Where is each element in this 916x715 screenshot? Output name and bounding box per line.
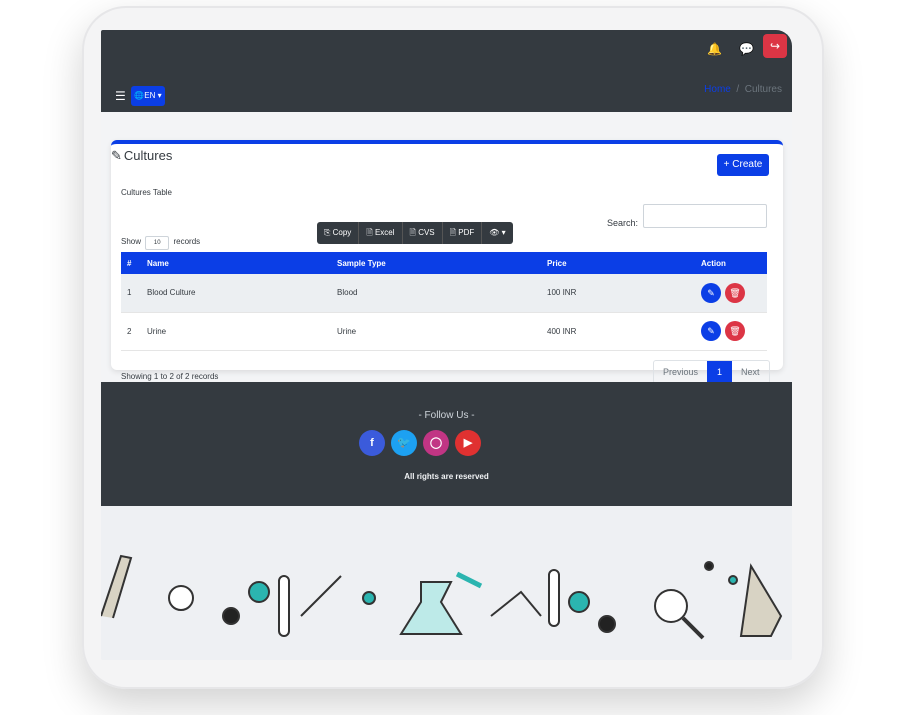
records-info: Showing 1 to 2 of 2 records bbox=[121, 372, 219, 381]
bell-icon[interactable]: 🔔 bbox=[707, 42, 722, 56]
pen-icon: ✎ bbox=[111, 148, 122, 163]
app-screen: 🔔 💬 ↪ ☰ 🌐EN ▾ Home / Cultures ✎ Cultures … bbox=[101, 30, 792, 660]
row-sample-type: Blood bbox=[331, 274, 541, 313]
table-row: 1 Blood Culture Blood 100 INR ✎ 🗑 bbox=[121, 274, 767, 313]
pdf-button[interactable]: 🗎 PDF bbox=[443, 222, 483, 244]
row-name: Urine bbox=[141, 312, 331, 351]
row-number: 2 bbox=[121, 312, 141, 351]
show-label: Show bbox=[121, 237, 142, 246]
row-price: 400 INR bbox=[541, 312, 695, 351]
follow-us-label: - Follow Us - bbox=[418, 410, 475, 421]
breadcrumb-separator: / bbox=[736, 84, 740, 95]
chat-icon[interactable]: 💬 bbox=[739, 42, 754, 56]
records-label: records bbox=[173, 237, 201, 246]
col-name[interactable]: Name bbox=[141, 252, 331, 274]
pagination: Previous 1 Next bbox=[653, 360, 770, 384]
create-label: Create bbox=[732, 159, 763, 170]
search-label: Search: bbox=[607, 218, 639, 228]
language-button[interactable]: 🌐EN ▾ bbox=[131, 86, 165, 106]
page-size-control: Show 10 records bbox=[121, 236, 200, 250]
top-navbar: 🔔 💬 ↪ bbox=[101, 30, 792, 82]
row-price: 100 INR bbox=[541, 274, 695, 313]
column-visibility-button[interactable]: 👁 ▾ bbox=[482, 222, 512, 244]
create-button[interactable]: + Create bbox=[717, 154, 769, 176]
lab-illustration bbox=[101, 506, 792, 660]
next-button[interactable]: Next bbox=[732, 361, 769, 383]
trash-icon[interactable]: 🗑 bbox=[725, 321, 745, 341]
row-name: Blood Culture bbox=[141, 274, 331, 313]
pdf-label: PDF bbox=[458, 228, 475, 237]
row-sample-type: Urine bbox=[331, 312, 541, 351]
col-number[interactable]: # bbox=[121, 252, 141, 274]
lab-illustration-svg bbox=[101, 554, 783, 640]
twitter-icon[interactable]: 🐦 bbox=[391, 430, 417, 456]
excel-button[interactable]: 🗎 Excel bbox=[359, 222, 403, 244]
row-actions: ✎ 🗑 bbox=[695, 312, 767, 351]
col-sample-type[interactable]: Sample Type bbox=[331, 252, 541, 274]
copyright-text: All rights are reserved bbox=[404, 472, 489, 481]
csv-button[interactable]: 🗎 CVS bbox=[403, 222, 443, 244]
instagram-icon[interactable]: ◯ bbox=[423, 430, 449, 456]
breadcrumb-current: Cultures bbox=[744, 84, 782, 95]
cultures-table: # Name Sample Type Price Action 1 Blood … bbox=[121, 252, 767, 351]
page-size-select[interactable]: 10 bbox=[145, 236, 170, 250]
export-button-group: ⎘ Copy 🗎 Excel 🗎 CVS 🗎 PDF 👁 ▾ bbox=[317, 222, 513, 244]
copy-label: Copy bbox=[332, 228, 352, 237]
page-title-text: Cultures bbox=[123, 148, 173, 163]
page-1-button[interactable]: 1 bbox=[707, 361, 733, 383]
table-title: Cultures Table bbox=[121, 188, 172, 197]
main-content: Home / Cultures ✎ Cultures + Create Cultu… bbox=[101, 84, 792, 384]
eye-icon: 👁 bbox=[489, 228, 500, 237]
table-row: 2 Urine Urine 400 INR ✎ 🗑 bbox=[121, 312, 767, 351]
hamburger-icon[interactable]: ☰ bbox=[115, 89, 126, 103]
copy-button[interactable]: ⎘ Copy bbox=[317, 222, 360, 244]
page-title: ✎ Cultures bbox=[111, 148, 172, 164]
youtube-icon[interactable]: ▶ bbox=[455, 430, 481, 456]
col-action: Action bbox=[695, 252, 767, 274]
breadcrumb: Home / Cultures bbox=[704, 84, 782, 95]
trash-icon[interactable]: 🗑 bbox=[725, 282, 745, 303]
col-price[interactable]: Price bbox=[541, 252, 695, 274]
row-actions: ✎ 🗑 bbox=[695, 274, 767, 313]
social-links: f 🐦 ◯ ▶ bbox=[359, 430, 481, 456]
csv-label: CVS bbox=[418, 228, 435, 237]
secondary-navbar: ☰ 🌐EN ▾ bbox=[101, 82, 792, 112]
search-input[interactable] bbox=[643, 204, 767, 228]
cultures-card: ✎ Cultures + Create Cultures Table Show 1… bbox=[111, 140, 783, 384]
row-number: 1 bbox=[121, 274, 141, 313]
edit-icon[interactable]: ✎ bbox=[701, 321, 721, 341]
breadcrumb-home[interactable]: Home bbox=[704, 84, 731, 95]
site-footer: - Follow Us - f 🐦 ◯ ▶ All rights are res… bbox=[101, 382, 792, 506]
previous-button[interactable]: Previous bbox=[654, 361, 707, 383]
logout-button[interactable]: ↪ bbox=[763, 34, 787, 58]
excel-label: Excel bbox=[374, 228, 395, 237]
edit-icon[interactable]: ✎ bbox=[701, 282, 721, 303]
language-label: EN bbox=[144, 91, 156, 100]
facebook-icon[interactable]: f bbox=[359, 430, 385, 456]
